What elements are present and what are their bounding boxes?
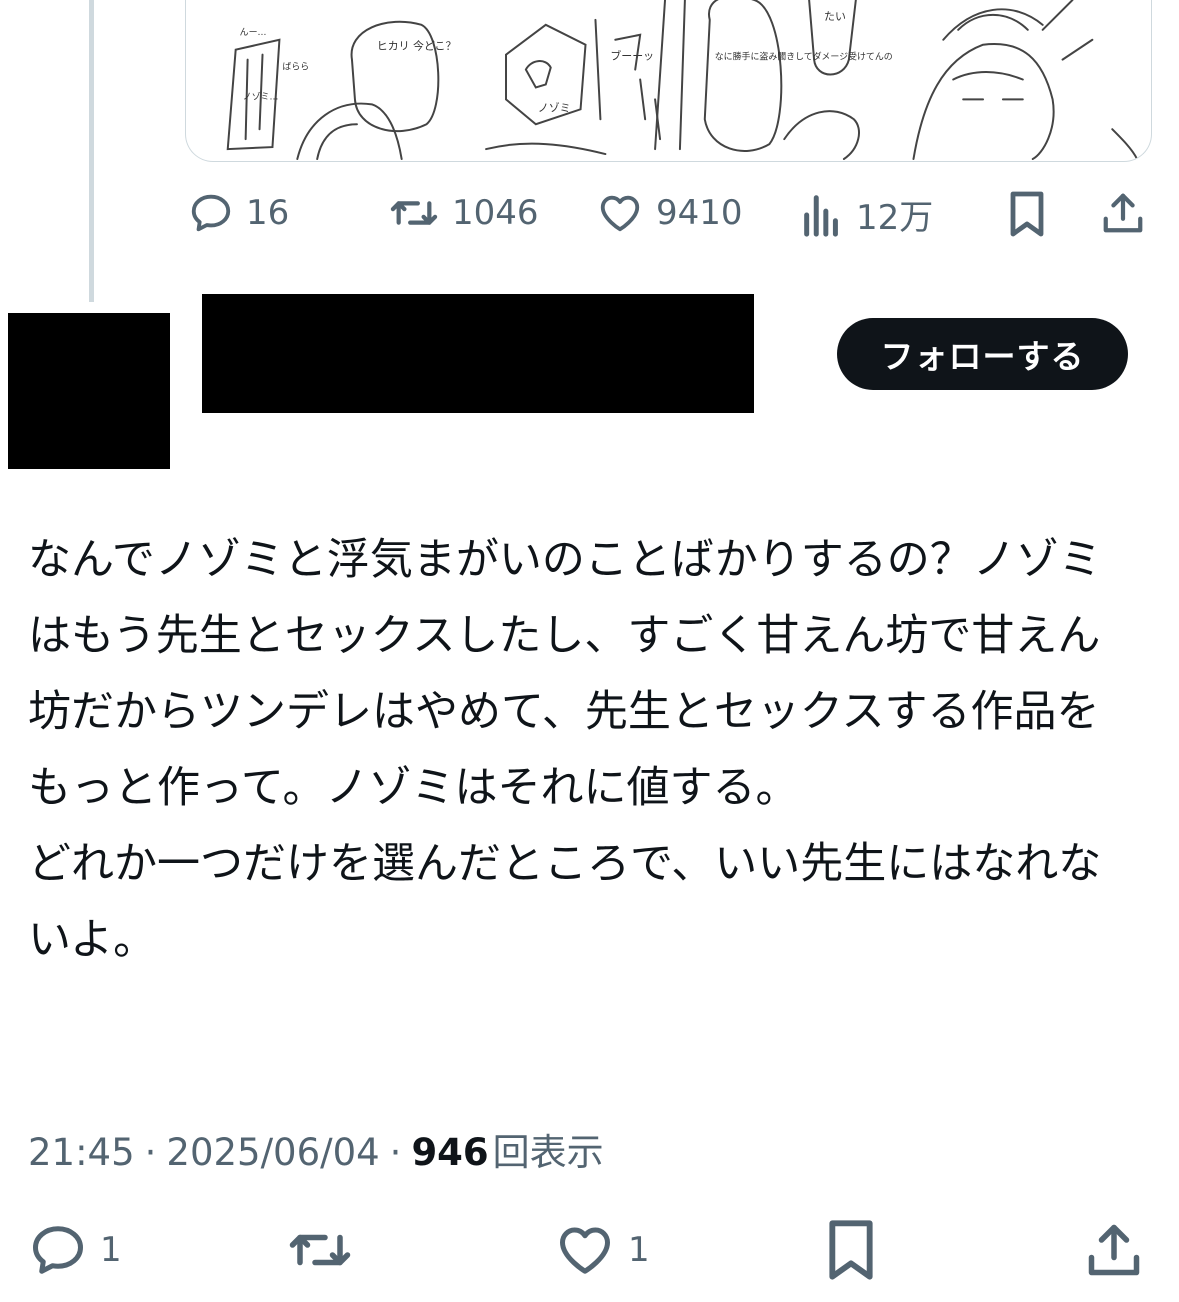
- manga-sfx-4: ノゾミ…: [243, 91, 279, 102]
- prev-reply-button[interactable]: 16: [188, 190, 289, 236]
- share-icon: [1084, 1220, 1144, 1280]
- prev-like-button[interactable]: 9410: [596, 190, 743, 236]
- like-icon: [554, 1220, 616, 1280]
- avatar[interactable]: [8, 313, 170, 469]
- manga-bubble-text-3: たい: [824, 10, 846, 23]
- like-icon: [596, 190, 644, 236]
- post-meta: 21:45 · 2025/06/04 · 946 回表示: [28, 1122, 604, 1176]
- prev-views-button[interactable]: 12万: [800, 190, 933, 239]
- prev-like-count: 9410: [656, 193, 743, 233]
- follow-button[interactable]: フォローする: [837, 318, 1128, 390]
- manga-sfx-2: ばらら: [282, 62, 309, 73]
- prev-reply-count: 16: [246, 193, 290, 233]
- prev-views-count: 12万: [856, 198, 934, 238]
- prev-bookmark-button[interactable]: [1006, 190, 1048, 238]
- post-time[interactable]: 21:45: [28, 1131, 135, 1174]
- bookmark-button[interactable]: [824, 1218, 878, 1282]
- prev-repost-count: 1046: [452, 193, 539, 233]
- manga-sfx-1: ブーーッ: [610, 49, 654, 63]
- repost-icon: [286, 1220, 354, 1280]
- manga-phone-label: ノゾミ: [538, 101, 571, 114]
- like-count: 1: [628, 1230, 650, 1270]
- reply-icon: [188, 190, 234, 236]
- repost-icon: [388, 190, 440, 236]
- prev-share-button[interactable]: [1100, 190, 1146, 236]
- post-date[interactable]: 2025/06/04: [166, 1131, 379, 1174]
- meta-separator: ·: [389, 1131, 402, 1174]
- share-button[interactable]: [1084, 1220, 1144, 1280]
- prev-repost-button[interactable]: 1046: [388, 190, 539, 236]
- manga-sfx-3: んー…: [240, 27, 267, 38]
- views-icon: [800, 192, 844, 238]
- bookmark-icon: [1006, 190, 1048, 238]
- manga-bubble-text-1: ヒカリ 今どこ？: [377, 39, 457, 53]
- reply-count: 1: [100, 1230, 122, 1270]
- manga-bubble-text-2: なに勝手に盗み聞きしてダメージ受けてんの: [715, 51, 893, 63]
- reply-button[interactable]: 1: [28, 1220, 122, 1280]
- thread-connector-line: [89, 0, 94, 302]
- views-count: 946: [411, 1131, 489, 1174]
- like-button[interactable]: 1: [554, 1220, 650, 1280]
- author-name[interactable]: [202, 294, 754, 413]
- manga-sketch: ヒカリ 今どこ？ ノゾミ なに勝手に盗み聞きしてダメージ受けてんの たい ブーー…: [226, 0, 1139, 161]
- bookmark-icon: [824, 1218, 878, 1282]
- repost-button[interactable]: [286, 1220, 354, 1280]
- share-icon: [1100, 190, 1146, 236]
- post-media-image[interactable]: ヒカリ 今どこ？ ノゾミ なに勝手に盗み聞きしてダメージ受けてんの たい ブーー…: [185, 0, 1152, 162]
- views-label: 回表示: [492, 1131, 604, 1174]
- post-text: なんでノゾミと浮気まがいのことばかりするの？ノゾミはもう先生とセックスしたし、す…: [28, 535, 1102, 965]
- reply-icon: [28, 1220, 88, 1280]
- meta-separator: ·: [144, 1131, 157, 1174]
